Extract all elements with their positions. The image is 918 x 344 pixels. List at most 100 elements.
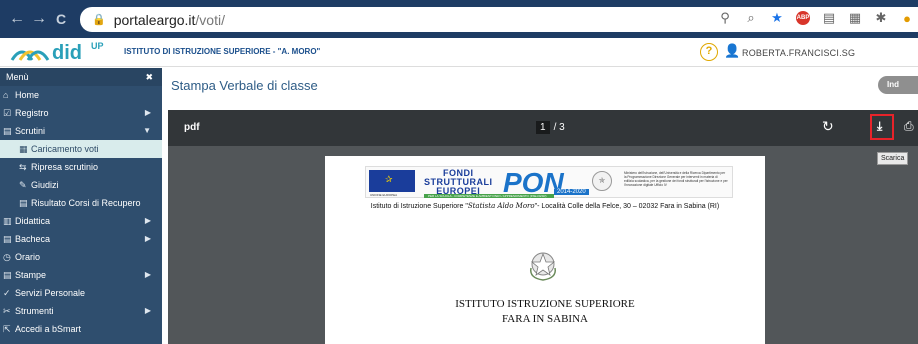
- lock-icon: 🔒: [92, 14, 106, 26]
- sidebar-item-label: Orario: [15, 252, 41, 262]
- checkbox-icon: ☑: [3, 107, 12, 118]
- download-tooltip: Scarica: [877, 152, 909, 165]
- clock-icon: ◷: [3, 251, 11, 262]
- sidebar-item-label: Caricamento voti: [31, 144, 99, 154]
- puzzle-icon[interactable]: ✱: [874, 10, 888, 26]
- chevron-right-icon: ▶: [144, 216, 151, 225]
- sidebar-item-didattica[interactable]: ▥ Didattica ▶: [0, 212, 162, 230]
- book-icon: ▥: [3, 215, 12, 226]
- document-title: ISTITUTO ISTRUZIONE SUPERIORE: [455, 298, 635, 310]
- print-icon[interactable]: ⎙: [904, 119, 914, 134]
- back-arrow-icon[interactable]: ←: [6, 10, 28, 28]
- adblock-icon[interactable]: ABP: [796, 11, 810, 25]
- sidebar-item-bsmart[interactable]: ⇱ Accedi a bSmart: [0, 320, 162, 338]
- address-bar[interactable]: 🔒 portaleargo.it /voti/ ⚲ ⌕ ★ ABP ▤ ▦ ✱ …: [80, 7, 918, 32]
- rotate-icon[interactable]: ↻: [822, 118, 834, 135]
- didup-logo-icon: [10, 50, 50, 61]
- edit-icon: ✎: [19, 179, 27, 190]
- sidebar-item-stampe[interactable]: ▤ Stampe ▶: [0, 266, 162, 284]
- main-content: Stampa Verbale di classe Ind pdf 1/ 3 ↻ …: [162, 68, 918, 344]
- sidebar-item-giudizi[interactable]: ✎ Giudizi: [0, 176, 162, 194]
- help-icon[interactable]: ?: [700, 43, 718, 61]
- sidebar-item-label: Didattica: [15, 216, 51, 226]
- republic-emblem-icon: ✯: [592, 171, 612, 191]
- app-header: did UP ISTITUTO DI ISTRUZIONE SUPERIORE …: [0, 38, 918, 67]
- extension-icon[interactable]: ▤: [822, 10, 836, 26]
- sidebar-item-label: Scrutini: [15, 126, 46, 136]
- sidebar: Menù ✖ ⌂ Home ☑ Registro ▶ ▤ Scrutini ▼ …: [0, 68, 162, 344]
- sidebar-item-servizi-personale[interactable]: ✓ Servizi Personale: [0, 284, 162, 302]
- sidebar-item-label: Accedi a bSmart: [15, 324, 82, 334]
- user-icon[interactable]: 👤: [724, 43, 740, 59]
- download-icon[interactable]: ⤓: [877, 119, 882, 134]
- pdf-toolbar: pdf 1/ 3 ↻ ⤓ ⎙: [168, 110, 918, 146]
- italian-emblem-icon: [530, 252, 556, 281]
- pdf-title: pdf: [184, 122, 200, 133]
- sidebar-item-label: Registro: [15, 108, 49, 118]
- star-icon[interactable]: ★: [770, 10, 784, 26]
- page-total: / 3: [553, 122, 565, 133]
- sidebar-item-label: Bacheca: [15, 234, 51, 244]
- tools-icon: ✂: [3, 305, 11, 316]
- sidebar-item-ripresa-scrutinio[interactable]: ⇆ Ripresa scrutinio: [0, 158, 162, 176]
- chevron-down-icon: ▼: [143, 126, 151, 135]
- sidebar-item-strumenti[interactable]: ✂ Strumenti ▶: [0, 302, 162, 320]
- board-icon: ▤: [3, 233, 12, 244]
- document-icon: ▤: [19, 197, 28, 208]
- profile-icon[interactable]: ●: [900, 11, 914, 26]
- sidebar-item-orario[interactable]: ◷ Orario: [0, 248, 162, 266]
- pon-years: 2014-2020: [554, 189, 589, 195]
- logo-superscript: UP: [91, 41, 104, 51]
- address-school-name: Statista Aldo Moro: [467, 202, 535, 210]
- sidebar-item-scrutini[interactable]: ▤ Scrutini ▼: [0, 122, 162, 140]
- check-icon: ✓: [3, 287, 11, 298]
- chevron-right-icon: ▶: [144, 306, 151, 315]
- close-icon[interactable]: ✖: [145, 72, 153, 83]
- sidebar-item-label: Risultato Corsi di Recupero: [31, 198, 141, 208]
- url-host: portaleargo.it: [113, 11, 196, 28]
- pon-banner: ✰ UNIONE EUROPEA FONDI STRUTTURALI EUROP…: [365, 166, 733, 198]
- sidebar-item-label: Strumenti: [15, 306, 54, 316]
- external-link-icon: ⇱: [3, 323, 11, 334]
- sidebar-item-label: Stampe: [15, 270, 47, 280]
- forward-arrow-icon[interactable]: →: [28, 10, 50, 28]
- address-prefix: Istituto di Istruzione Superiore ": [370, 203, 468, 210]
- banner-strip-text: PER LA SCUOLA - COMPETENZE E AMBIENTI PE…: [428, 194, 547, 198]
- document-icon: ▤: [3, 125, 12, 136]
- pdf-page: ✰ UNIONE EUROPEA FONDI STRUTTURALI EUROP…: [325, 156, 765, 344]
- pdf-viewer: pdf 1/ 3 ↻ ⤓ ⎙ Scarica ✰ UNIONE EUROPEA …: [168, 110, 918, 344]
- sidebar-title: Menù: [6, 72, 29, 82]
- logo-text: did: [52, 42, 82, 64]
- key-icon[interactable]: ⚲: [718, 10, 732, 26]
- print-icon: ▤: [3, 269, 12, 280]
- page-title: Stampa Verbale di classe: [171, 78, 318, 93]
- sidebar-item-risultato-corsi[interactable]: ▤ Risultato Corsi di Recupero: [0, 194, 162, 212]
- back-button[interactable]: Ind: [878, 76, 918, 94]
- eu-caption: UNIONE EUROPEA: [370, 193, 398, 197]
- chevron-right-icon: ▶: [144, 234, 151, 243]
- url-path: /voti/: [195, 11, 225, 28]
- sidebar-header: Menù ✖: [0, 68, 162, 86]
- sidebar-item-bacheca[interactable]: ▤ Bacheca ▶: [0, 230, 162, 248]
- school-address: Istituto di Istruzione Superiore "Statis…: [325, 202, 765, 210]
- page-number-input[interactable]: 1: [536, 121, 550, 134]
- zoom-icon[interactable]: ⌕: [744, 10, 758, 26]
- home-icon: ⌂: [3, 90, 9, 100]
- sidebar-item-label: Ripresa scrutinio: [31, 162, 99, 172]
- sidebar-item-home[interactable]: ⌂ Home: [0, 86, 162, 104]
- extension-icons: ⚲ ⌕ ★ ABP ▤ ▦ ✱ ●: [718, 10, 914, 26]
- page-indicator: 1/ 3: [536, 121, 565, 134]
- chevron-right-icon: ▶: [144, 270, 151, 279]
- sidebar-item-registro[interactable]: ☑ Registro ▶: [0, 104, 162, 122]
- exchange-icon: ⇆: [19, 161, 27, 172]
- grid-icon[interactable]: ▦: [848, 10, 862, 26]
- sidebar-item-label: Giudizi: [31, 180, 59, 190]
- eu-flag-icon: ✰: [369, 170, 415, 192]
- reload-icon[interactable]: C: [50, 11, 72, 27]
- sidebar-item-caricamento-voti[interactable]: ▦ Caricamento voti: [0, 140, 162, 158]
- chevron-right-icon: ▶: [144, 108, 151, 117]
- school-name: ISTITUTO DI ISTRUZIONE SUPERIORE - "A. M…: [124, 47, 321, 56]
- address-suffix: "- Località Colle della Felce, 30 – 0203…: [534, 203, 720, 210]
- user-name[interactable]: ROBERTA.FRANCISCI.SG: [742, 48, 855, 58]
- browser-toolbar: ← → C 🔒 portaleargo.it /voti/ ⚲ ⌕ ★ ABP …: [0, 0, 918, 38]
